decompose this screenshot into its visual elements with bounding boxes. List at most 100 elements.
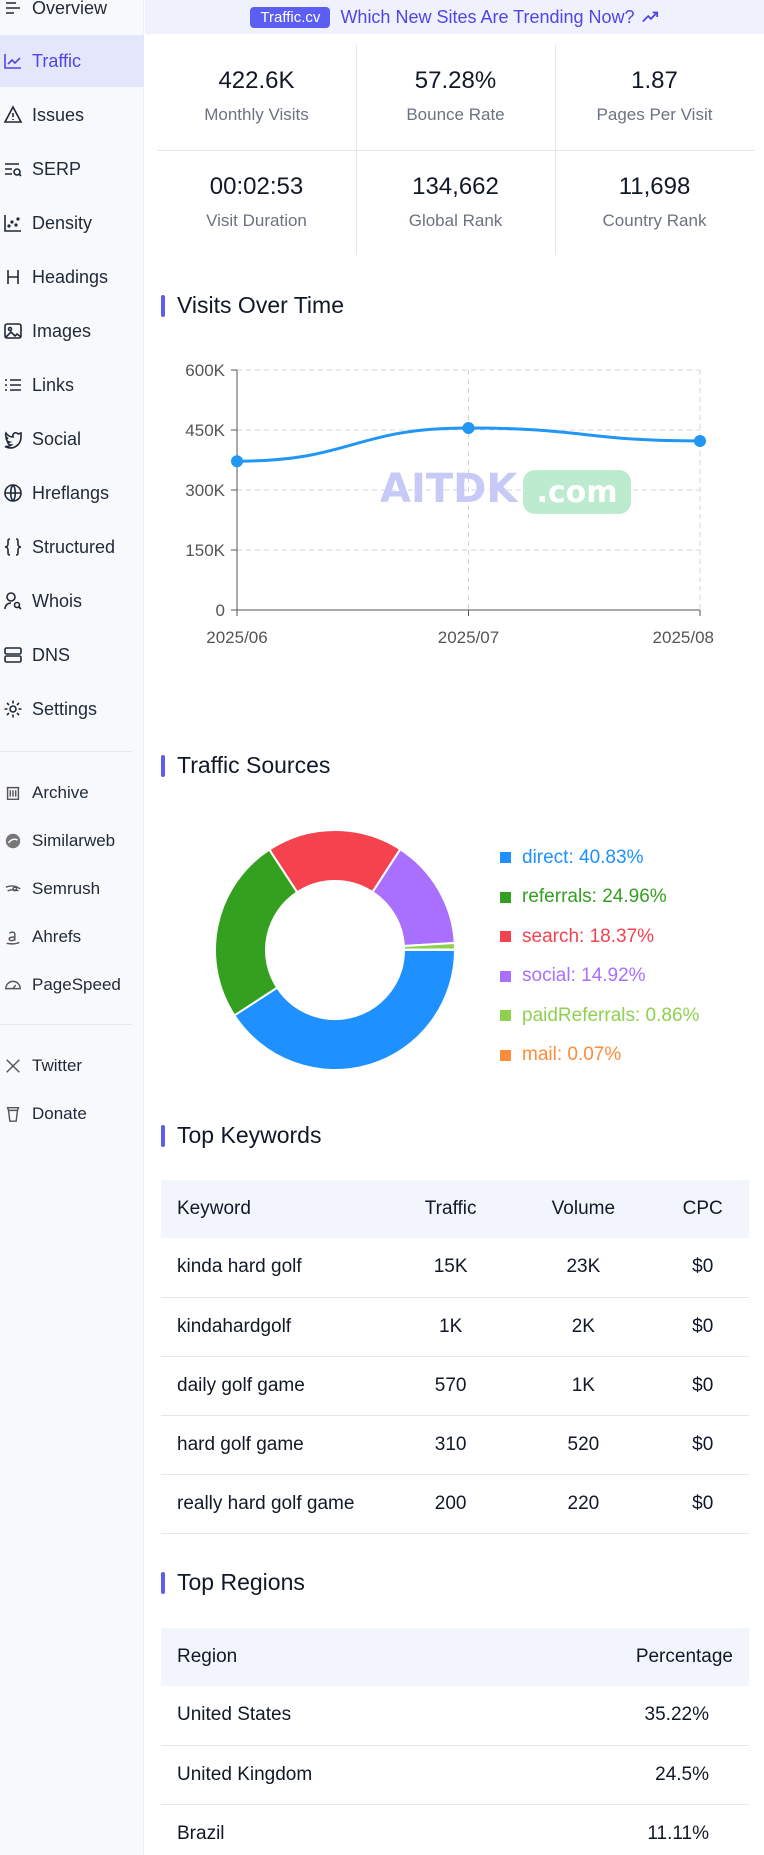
sidebar-item-headings[interactable]: Headings bbox=[0, 251, 144, 303]
traffic-sources-donut bbox=[214, 829, 457, 1071]
sidebar-link-donate[interactable]: Donate bbox=[0, 1091, 144, 1137]
x-tick-label: 2025/07 bbox=[438, 628, 499, 647]
stat-label: Country Rank bbox=[602, 211, 707, 230]
sidebar: Overview Traffic Issues SERP Density Hea… bbox=[0, 0, 144, 1855]
table-cell: kindahardgolf bbox=[161, 1297, 391, 1357]
stat-bounce-rate: 57.28% Bounce Rate bbox=[356, 45, 555, 150]
stat-label: Pages Per Visit bbox=[596, 105, 713, 124]
sidebar-item-settings[interactable]: Settings bbox=[0, 683, 144, 735]
sidebar-link-similarweb[interactable]: Similarweb bbox=[0, 818, 144, 864]
stat-value: 00:02:53 bbox=[209, 173, 304, 200]
table-cell: 200 bbox=[391, 1474, 511, 1534]
promo-banner[interactable]: Traffic.cv Which New Sites Are Trending … bbox=[145, 0, 764, 34]
sidebar-item-dns[interactable]: DNS bbox=[0, 629, 144, 681]
legend-item-paidReferrals[interactable]: paidReferrals: 0.86% bbox=[500, 996, 699, 1036]
sidebar-item-label: Issues bbox=[32, 104, 85, 125]
table-row: United States 35.22% bbox=[161, 1686, 749, 1746]
server-icon bbox=[2, 644, 24, 666]
donut-slice-mail[interactable] bbox=[402, 948, 457, 951]
sidebar-link-label: Donate bbox=[32, 1104, 87, 1123]
legend-swatch bbox=[500, 931, 511, 943]
sidebar-link-twitter[interactable]: Twitter bbox=[0, 1043, 144, 1089]
table-cell: 11.11% bbox=[497, 1804, 749, 1855]
sidebar-item-links[interactable]: Links bbox=[0, 359, 144, 411]
banner-link[interactable]: Which New Sites Are Trending Now? bbox=[340, 7, 658, 28]
sidebar-link-ahrefs[interactable]: Ahrefs bbox=[0, 914, 144, 960]
table-header-row: Region Percentage bbox=[161, 1628, 749, 1686]
trending-up-icon bbox=[641, 11, 658, 22]
table-cell: Brazil bbox=[161, 1804, 498, 1855]
table-cell: 24.5% bbox=[497, 1745, 749, 1805]
legend-swatch bbox=[500, 852, 511, 864]
warning-icon bbox=[2, 104, 24, 126]
table-row: Brazil 11.11% bbox=[161, 1804, 749, 1855]
sidebar-item-label: Overview bbox=[32, 0, 108, 18]
sidebar-item-overview[interactable]: Overview bbox=[0, 0, 144, 34]
sidebar-item-label: Social bbox=[32, 428, 82, 449]
legend-item-direct[interactable]: direct: 40.83% bbox=[500, 838, 699, 878]
data-point[interactable] bbox=[462, 422, 475, 434]
sidebar-item-label: Images bbox=[32, 320, 92, 341]
twitter-bird-icon bbox=[2, 428, 24, 450]
x-logo-icon bbox=[2, 1055, 24, 1077]
column-header: CPC bbox=[656, 1180, 749, 1238]
column-header: Region bbox=[161, 1628, 498, 1686]
stats-grid: 422.6K Monthly Visits 57.28% Bounce Rate… bbox=[157, 45, 755, 255]
legend-swatch bbox=[500, 1010, 511, 1022]
image-icon bbox=[2, 320, 24, 342]
sidebar-item-hreflangs[interactable]: Hreflangs bbox=[0, 467, 144, 519]
sidebar-item-whois[interactable]: Whois bbox=[0, 575, 144, 627]
sidebar-item-traffic[interactable]: Traffic bbox=[0, 35, 144, 87]
globe-icon bbox=[2, 482, 24, 504]
legend-item-social[interactable]: social: 14.92% bbox=[500, 957, 699, 997]
legend-item-referrals[interactable]: referrals: 24.96% bbox=[500, 878, 699, 918]
table-row: kindahardgolf 1K 2K $0 bbox=[161, 1297, 749, 1357]
sidebar-item-label: Links bbox=[32, 374, 75, 395]
stat-value: 422.6K bbox=[218, 67, 295, 94]
heading-icon bbox=[2, 266, 24, 288]
sidebar-link-label: PageSpeed bbox=[32, 975, 121, 994]
table-row: hard golf game 310 520 $0 bbox=[161, 1415, 749, 1475]
legend-item-search[interactable]: search: 18.37% bbox=[500, 917, 699, 957]
table-cell: 1K bbox=[510, 1356, 657, 1416]
sidebar-link-pagespeed[interactable]: PageSpeed bbox=[0, 962, 144, 1008]
column-header: Traffic bbox=[391, 1180, 511, 1238]
section-title-visits: Visits Over Time bbox=[161, 292, 344, 319]
traffic-sources-legend: direct: 40.83% referrals: 24.96% search: 1… bbox=[500, 838, 699, 1075]
stat-country-rank: 11,698 Country Rank bbox=[555, 151, 754, 256]
banner-badge[interactable]: Traffic.cv bbox=[250, 6, 331, 28]
legend-swatch bbox=[500, 970, 511, 982]
legend-label: mail: 0.07% bbox=[522, 1044, 622, 1066]
sidebar-item-density[interactable]: Density bbox=[0, 197, 144, 249]
cup-icon bbox=[2, 1103, 24, 1125]
sidebar-link-archive[interactable]: Archive bbox=[0, 770, 144, 816]
table-cell: 15K bbox=[391, 1238, 511, 1298]
section-title-sources: Traffic Sources bbox=[161, 752, 330, 779]
legend-item-mail[interactable]: mail: 0.07% bbox=[500, 1036, 699, 1076]
y-tick-label: 600K bbox=[185, 361, 225, 380]
sidebar-link-semrush[interactable]: Semrush bbox=[0, 866, 144, 912]
table-cell: $0 bbox=[656, 1238, 749, 1298]
braces-icon bbox=[2, 536, 24, 558]
sidebar-item-social[interactable]: Social bbox=[0, 413, 144, 465]
sidebar-link-label: Ahrefs bbox=[32, 927, 82, 946]
column-header: Percentage bbox=[497, 1628, 749, 1686]
stat-global-rank: 134,662 Global Rank bbox=[356, 151, 555, 256]
sidebar-item-label: Settings bbox=[32, 698, 98, 719]
data-point[interactable] bbox=[694, 434, 706, 447]
sidebar-item-issues[interactable]: Issues bbox=[0, 89, 144, 141]
visits-line-chart: 0 150K 300K 450K 600K 2025/06 2025/07 2025/08 AI… bbox=[185, 361, 714, 647]
links-icon bbox=[2, 374, 24, 396]
table-cell: 2K bbox=[510, 1297, 657, 1357]
sidebar-item-images[interactable]: Images bbox=[0, 305, 144, 357]
sidebar-item-label: Structured bbox=[32, 536, 116, 557]
stat-label: Visit Duration bbox=[206, 211, 307, 230]
sidebar-item-structured[interactable]: Structured bbox=[0, 521, 144, 573]
stat-value: 11,698 bbox=[618, 173, 691, 200]
stat-label: Bounce Rate bbox=[406, 105, 505, 124]
legend-swatch bbox=[500, 891, 511, 903]
sidebar-item-serp[interactable]: SERP bbox=[0, 143, 144, 195]
serp-icon bbox=[2, 158, 24, 180]
data-point[interactable] bbox=[231, 455, 243, 468]
table-cell: 23K bbox=[510, 1238, 657, 1298]
